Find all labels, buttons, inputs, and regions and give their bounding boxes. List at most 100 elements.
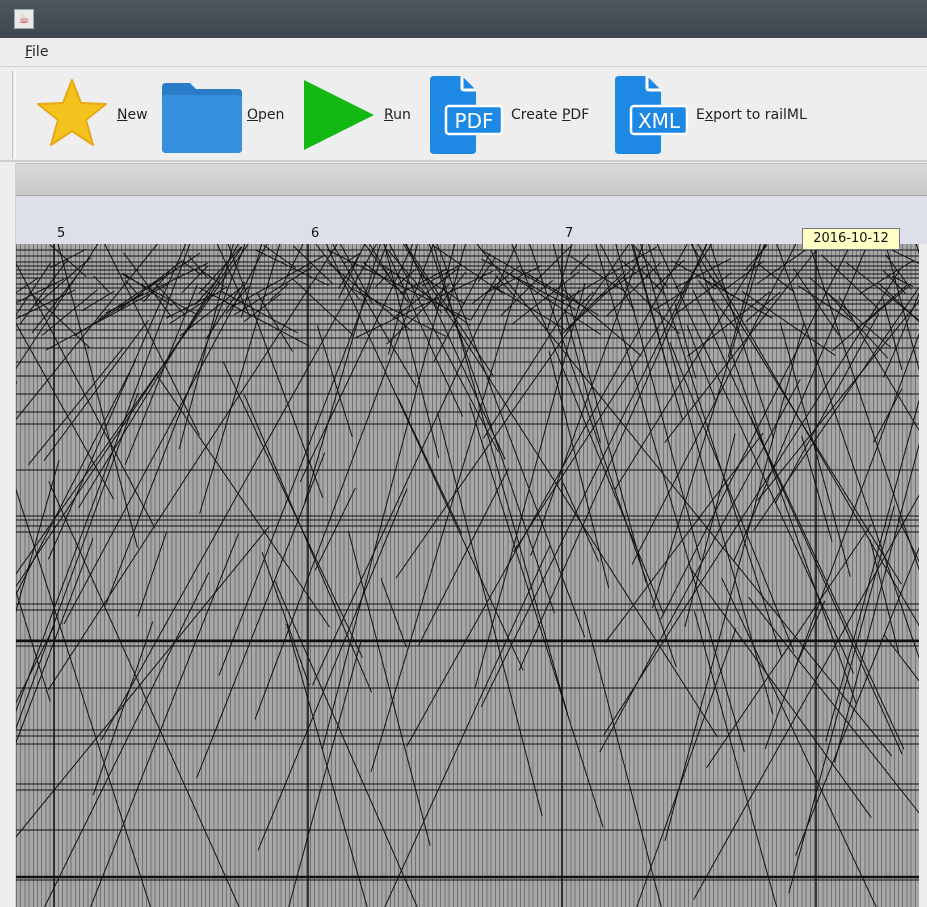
train-path — [846, 262, 919, 321]
train-path — [794, 600, 826, 669]
train-path — [583, 610, 662, 907]
train-path — [664, 323, 805, 842]
train-path — [104, 244, 200, 436]
train-path — [293, 245, 334, 285]
train-path — [178, 244, 234, 450]
train-path — [418, 467, 510, 646]
right-edge — [919, 244, 927, 907]
menu-file[interactable]: File — [25, 44, 48, 60]
open-button[interactable]: Open — [158, 73, 292, 157]
train-path — [468, 402, 604, 828]
train-path — [47, 244, 187, 560]
menu-file-label: ile — [32, 44, 49, 60]
train-path — [44, 572, 210, 907]
train-path — [384, 544, 551, 907]
train-path — [604, 432, 764, 644]
train-path — [436, 271, 467, 309]
train-path — [19, 258, 69, 325]
train-path — [756, 246, 811, 285]
train-path — [16, 262, 156, 528]
train-path — [482, 289, 580, 439]
window-titlebar: ☕ — [0, 0, 927, 38]
train-path — [513, 244, 713, 553]
train-path — [380, 578, 407, 648]
export-railml-button[interactable]: XML Export to railML — [613, 73, 843, 157]
star-icon — [37, 79, 107, 146]
train-path — [222, 361, 363, 658]
train-path — [775, 313, 880, 503]
toolbar-grip[interactable] — [12, 71, 16, 159]
create-pdf-button[interactable]: PDF Create PDF — [428, 73, 604, 157]
menu-bar: File — [0, 38, 927, 67]
run-button[interactable]: Run — [300, 73, 418, 157]
hour-label-6: 6 — [311, 226, 320, 241]
menu-file-mnemonic: F — [25, 44, 33, 60]
train-path — [27, 346, 125, 466]
open-button-label: Open — [247, 107, 285, 123]
new-button-label: New — [117, 107, 148, 123]
train-path — [776, 244, 919, 659]
train-path — [16, 244, 191, 713]
xml-document-icon: XML — [615, 76, 689, 154]
train-path — [261, 551, 310, 686]
train-path — [480, 244, 708, 707]
hour-label-7: 7 — [565, 226, 574, 241]
time-axis: 5 6 7 — [16, 196, 927, 244]
left-panel-edge — [0, 163, 16, 907]
train-path — [321, 244, 456, 750]
train-path — [16, 244, 158, 421]
play-icon — [304, 80, 374, 150]
train-path — [779, 322, 851, 577]
java-app-icon[interactable]: ☕ — [14, 9, 34, 29]
train-path — [97, 276, 163, 321]
train-path — [198, 287, 310, 347]
train-path — [48, 481, 240, 907]
train-path — [124, 284, 198, 465]
train-path — [873, 388, 903, 443]
create-pdf-button-label: Create PDF — [511, 107, 590, 123]
train-path — [603, 270, 900, 736]
train-path — [187, 254, 208, 279]
train-path — [599, 378, 801, 753]
date-tooltip: 2016-10-12 — [802, 228, 900, 250]
train-path — [733, 244, 869, 562]
train-path — [883, 634, 919, 682]
train-path — [474, 282, 586, 688]
train-path — [832, 284, 908, 352]
train-path — [16, 392, 139, 730]
train-path — [636, 628, 737, 907]
train-path — [505, 271, 602, 336]
train-path — [397, 398, 463, 535]
train-path — [764, 332, 919, 750]
train-path — [288, 640, 362, 907]
train-path — [690, 244, 902, 585]
export-railml-button-label: Export to railML — [696, 107, 807, 123]
svg-text:PDF: PDF — [455, 109, 494, 133]
tab-strip[interactable] — [16, 163, 927, 196]
folder-icon — [162, 83, 242, 153]
train-path — [269, 283, 289, 301]
train-path — [16, 624, 55, 704]
train-path — [406, 244, 688, 747]
run-button-label: Run — [384, 107, 411, 123]
train-path — [375, 270, 392, 288]
train-path — [897, 517, 919, 563]
svg-text:XML: XML — [638, 109, 681, 133]
pdf-document-icon: PDF — [430, 76, 504, 154]
new-button[interactable]: New — [34, 73, 154, 157]
train-graph-canvas[interactable] — [16, 244, 919, 907]
train-path — [428, 244, 555, 614]
train-path — [669, 342, 795, 653]
train-path — [693, 611, 778, 907]
toolbar: New Open Run PDF Create PDF XML Export t… — [0, 67, 927, 160]
hour-label-5: 5 — [57, 226, 66, 241]
train-path — [34, 257, 92, 307]
train-path — [314, 487, 356, 571]
train-path — [651, 244, 765, 609]
train-path — [748, 596, 919, 814]
train-path — [194, 276, 221, 306]
train-graph-lines — [16, 244, 919, 907]
train-path — [709, 244, 775, 439]
toolbar-separator — [0, 160, 927, 162]
train-path — [50, 248, 87, 269]
